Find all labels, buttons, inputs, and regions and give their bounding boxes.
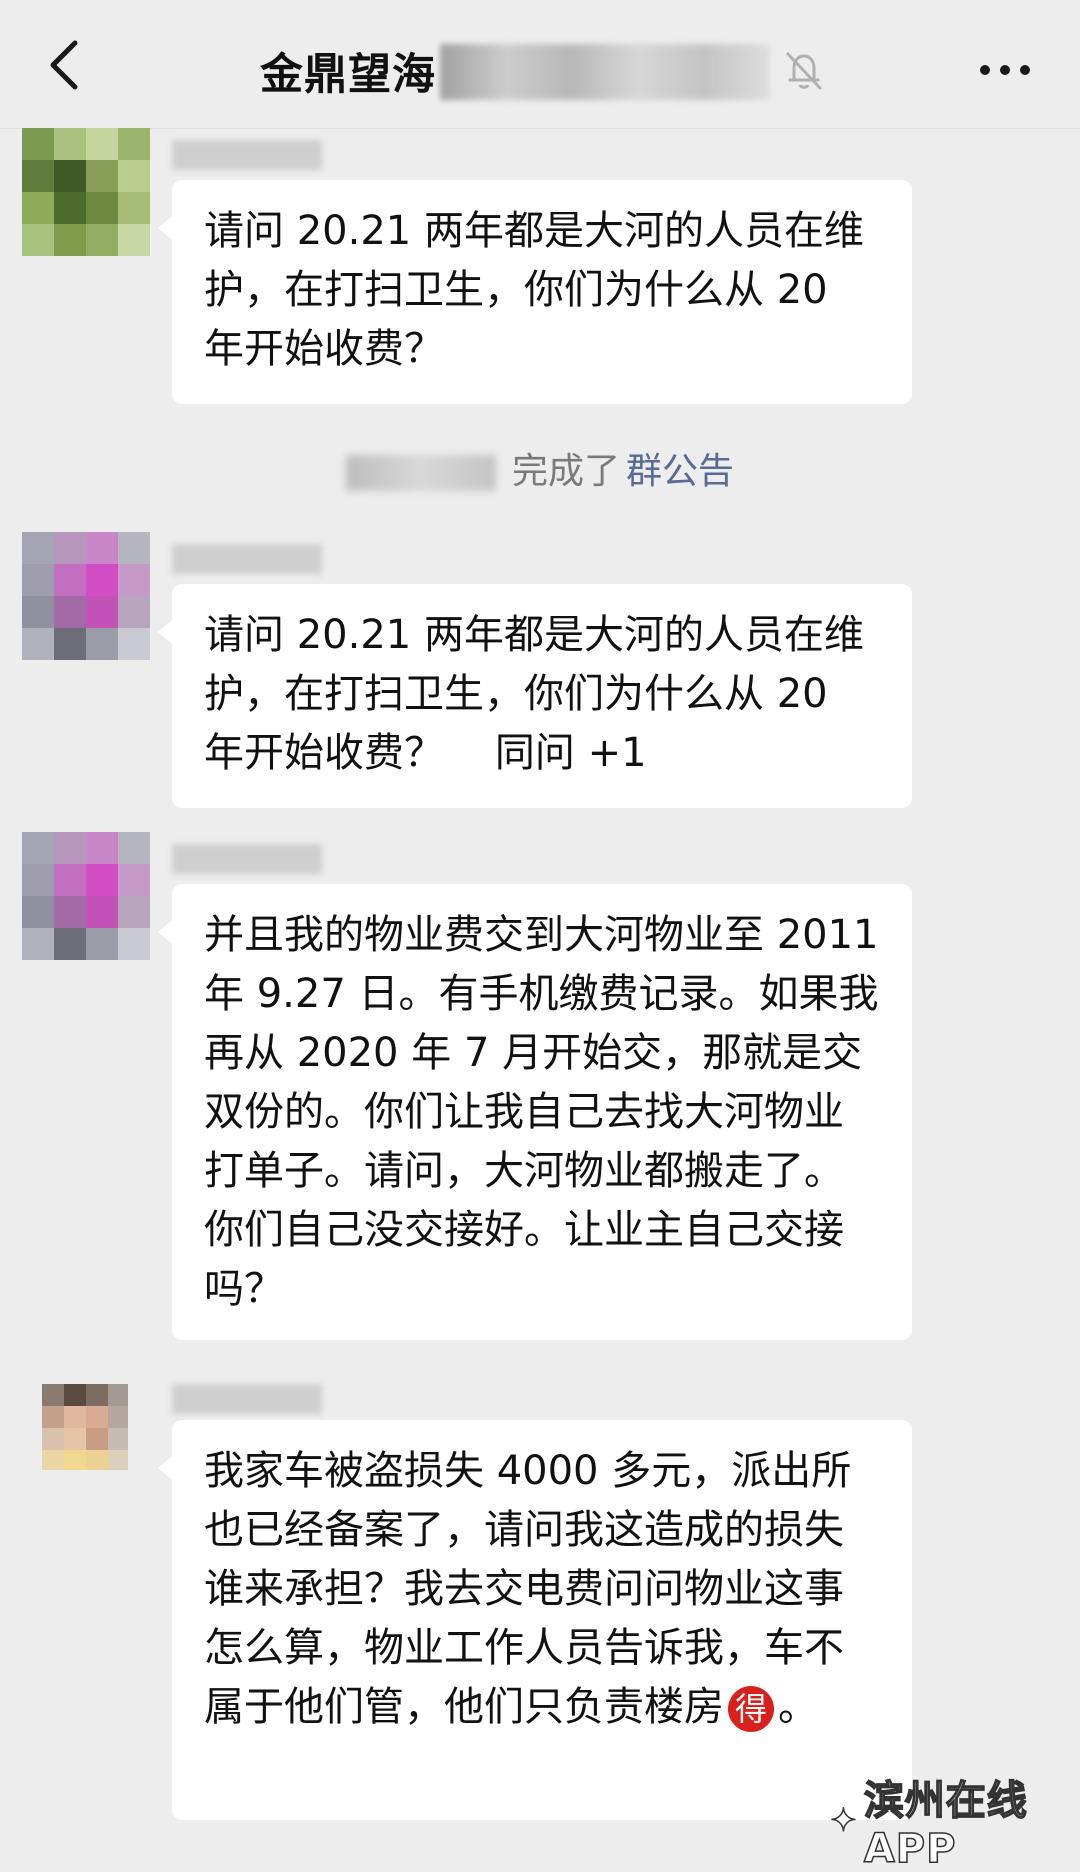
sender-name-redacted xyxy=(172,844,322,874)
message-bubble[interactable]: 并且我的物业费交到大河物业至 2011 年 9.27 日。有手机缴费记录。如果我… xyxy=(158,884,912,1340)
message-bubble[interactable]: 请问 20.21 两年都是大河的人员在维护，在打扫卫生，你们为什么从 20 年开… xyxy=(158,584,912,808)
message-bubble[interactable]: 我家车被盗损失 4000 多元，派出所也已经备案了，请问我这造成的损失谁来承担？… xyxy=(158,1420,912,1820)
chat-logo-icon: ✦ xyxy=(829,1800,858,1840)
chat-title: 金鼎望海 xyxy=(260,50,436,100)
avatar[interactable] xyxy=(22,128,150,256)
emoji-de-icon: 得 xyxy=(728,1686,774,1732)
sender-name-redacted xyxy=(172,1384,322,1414)
chevron-left-icon xyxy=(50,40,78,90)
back-button[interactable] xyxy=(30,30,100,100)
system-notice-text: 完成了 xyxy=(511,451,620,492)
bell-off-icon xyxy=(780,46,828,94)
message-bubble[interactable]: 请问 20.21 两年都是大河的人员在维护，在打扫卫生，你们为什么从 20 年开… xyxy=(158,180,912,404)
avatar[interactable] xyxy=(22,832,150,960)
group-notice-link[interactable]: 群公告 xyxy=(626,451,734,492)
more-button[interactable] xyxy=(970,42,1040,98)
watermark: ✦ 滨州在线APP xyxy=(829,1777,1080,1872)
sender-name-redacted xyxy=(172,544,322,574)
watermark-text: 滨州在线APP xyxy=(863,1777,1028,1872)
more-dots-icon xyxy=(980,65,1030,75)
message-text-tail: 。 xyxy=(778,1684,818,1730)
chat-header: 金鼎望海 xyxy=(0,0,1080,129)
avatar[interactable] xyxy=(42,1384,128,1470)
sender-name-redacted xyxy=(172,140,322,170)
notice-user-redacted xyxy=(345,455,496,491)
system-notice: 完成了 群公告 xyxy=(0,442,1080,502)
avatar[interactable] xyxy=(22,532,150,660)
title-redacted xyxy=(440,44,770,100)
